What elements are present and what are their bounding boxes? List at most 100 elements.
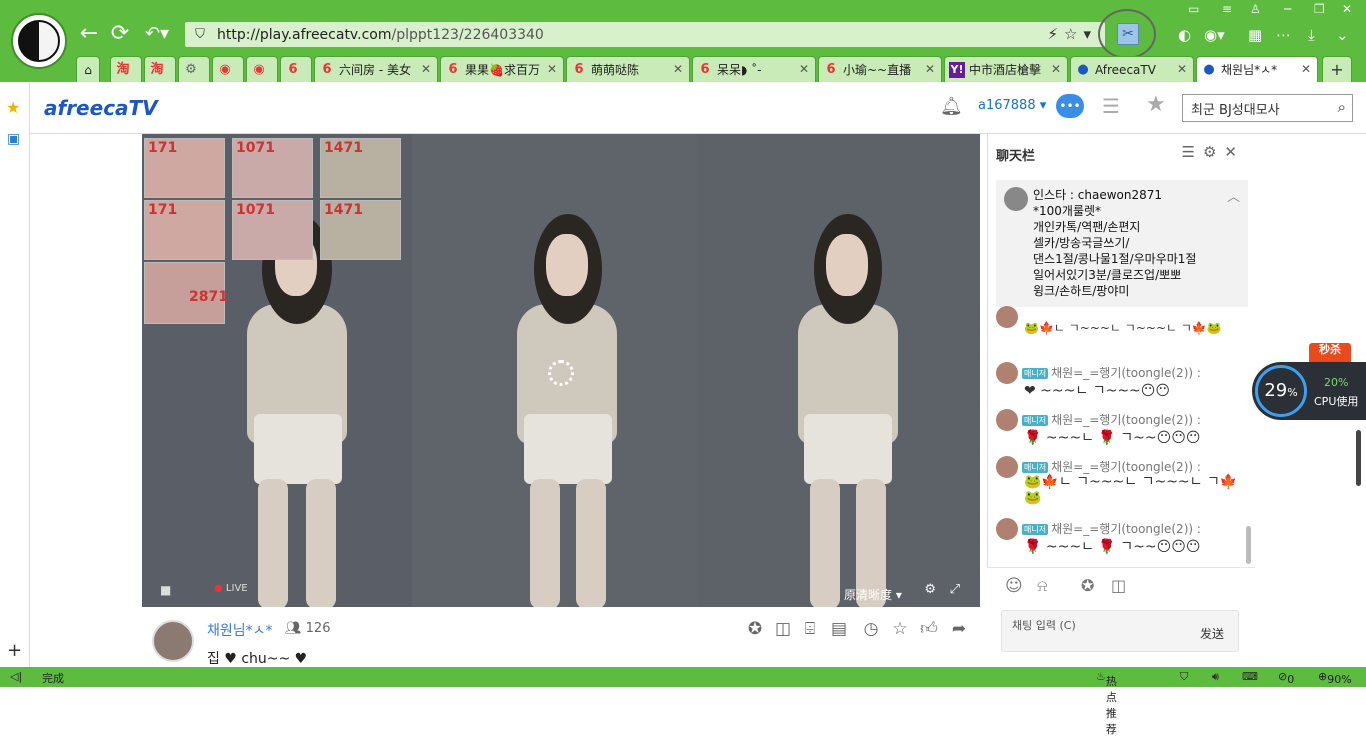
avatar bbox=[996, 306, 1018, 328]
tab-11[interactable]: Y! 中市酒店槍擊 ✕ bbox=[944, 56, 1068, 82]
chat-input[interactable]: 채팅 입력 (C) 发送 bbox=[1001, 610, 1239, 652]
settings-icon[interactable]: ⚙ bbox=[924, 582, 936, 597]
home-tab[interactable]: ⌂ bbox=[76, 56, 100, 82]
back-arrow-icon[interactable]: ← bbox=[78, 20, 100, 48]
thumbs-up-icon[interactable]: 👍︎ bbox=[918, 618, 940, 640]
notice-text: 인스타 : chaewon2871 *100개룰렛* 개인카톡/역팬/손편지 셀… bbox=[1033, 188, 1197, 298]
tab-6[interactable]: 6 六间房 - 美女 ✕ bbox=[314, 56, 438, 82]
close-window-icon[interactable]: ✕ bbox=[1342, 2, 1352, 16]
close-tab-icon[interactable]: ✕ bbox=[1048, 62, 1061, 76]
menu-icon[interactable]: ≡ bbox=[1222, 2, 1232, 16]
hot-news[interactable]: ♨ 热点推荐 bbox=[1096, 670, 1117, 736]
six-room-icon: 6 bbox=[448, 61, 458, 77]
skin-icon[interactable]: ♙ bbox=[1250, 2, 1261, 16]
video-player[interactable]: 171 1071 1471 171 1071 1471 2871 bbox=[142, 134, 980, 607]
close-tab-icon[interactable]: ✕ bbox=[544, 62, 557, 76]
chat-header-icons[interactable]: ☰⚙✕ bbox=[1182, 143, 1245, 161]
left-sidebar: ★ ▣ + bbox=[0, 82, 30, 667]
tab-5[interactable]: 6 bbox=[280, 56, 312, 82]
star-balloon-icon[interactable]: ✪ bbox=[1081, 576, 1094, 595]
address-actions[interactable]: ⚡☆▾ bbox=[1047, 25, 1097, 43]
tab-7[interactable]: 6 果果🍓求百万 ✕ bbox=[440, 56, 564, 82]
globe-icon[interactable]: ◐ bbox=[1178, 26, 1191, 44]
tab-4[interactable]: ◉ bbox=[246, 56, 278, 82]
panel-toggle-icon[interactable]: ◁| bbox=[10, 670, 22, 683]
tab-0[interactable]: 淘 bbox=[110, 56, 142, 82]
chat-bubble-icon[interactable]: ••• bbox=[1056, 94, 1084, 118]
ad-block[interactable]: ⊘ 0 bbox=[1278, 670, 1294, 686]
six-room-icon: 6 bbox=[826, 61, 836, 77]
restore-icon[interactable]: ❐ bbox=[1314, 2, 1325, 16]
star-balloon-icon[interactable]: ✪ bbox=[744, 618, 766, 640]
new-tab-button[interactable]: + bbox=[1322, 56, 1352, 82]
gift-icon[interactable]: ⌹ bbox=[799, 618, 821, 640]
close-tab-icon[interactable]: ✕ bbox=[922, 62, 935, 76]
address-bar[interactable]: ⛉ http://play.afreecatv.com/plppt123/226… bbox=[185, 22, 1105, 47]
tab-2[interactable]: ⚙ bbox=[178, 56, 210, 82]
add-icon[interactable]: + bbox=[7, 640, 22, 661]
chevron-down-icon[interactable]: ⌄ bbox=[1336, 26, 1349, 44]
afreeca-icon: ● bbox=[1203, 61, 1215, 77]
undo-icon[interactable]: ↶▾ bbox=[140, 20, 174, 48]
chevron-up-icon[interactable]: ︿ bbox=[1227, 186, 1240, 205]
close-tab-icon[interactable]: ✕ bbox=[1298, 62, 1311, 76]
tab-12[interactable]: ● AfreecaTV ✕ bbox=[1070, 56, 1194, 82]
sticker-icon[interactable]: ◫ bbox=[1111, 576, 1126, 595]
browser-toolbar: ← ⟳ ↶▾ ⛉ http://play.afreecatv.com/plppt… bbox=[0, 0, 1366, 82]
close-tab-icon[interactable]: ✕ bbox=[1174, 62, 1187, 76]
tab-3[interactable]: ◉ bbox=[212, 56, 244, 82]
minimize-icon[interactable]: ─ bbox=[1284, 2, 1291, 16]
avatar[interactable] bbox=[152, 620, 194, 662]
tab-9[interactable]: 6 呆呆◗ ˚- ✕ bbox=[692, 56, 816, 82]
favorite-icon[interactable]: ☆ bbox=[889, 618, 911, 640]
ie-icon[interactable]: ◉▾ bbox=[1204, 26, 1225, 44]
close-tab-icon[interactable]: ✕ bbox=[796, 62, 809, 76]
user-menu[interactable]: a167888 ▾ bbox=[978, 98, 1046, 113]
search-icon[interactable]: ⌕ bbox=[1338, 98, 1346, 116]
stop-icon[interactable]: ■ bbox=[160, 583, 171, 597]
live-indicator: ● LIVE bbox=[214, 583, 248, 594]
afreeca-logo[interactable]: afreecaTV bbox=[44, 96, 158, 120]
tab-8[interactable]: 6 萌萌哒陈 ✕ bbox=[566, 56, 690, 82]
user-list-icon[interactable]: ☰ bbox=[1182, 143, 1203, 161]
gear-icon[interactable]: ⚙ bbox=[1203, 143, 1224, 161]
more-icon[interactable]: ⋯ bbox=[1276, 26, 1291, 44]
bookmark-icon[interactable]: ▣ bbox=[7, 131, 20, 147]
quality-selector[interactable]: 原清晰度 ▾ bbox=[844, 586, 902, 603]
shield-icon[interactable]: ⛉ bbox=[1180, 670, 1188, 684]
close-tab-icon[interactable]: ✕ bbox=[670, 62, 683, 76]
star-icon[interactable]: ★ bbox=[6, 98, 20, 117]
tab-13[interactable]: ● 채원님*ㅅ* ✕ bbox=[1196, 56, 1318, 82]
refresh-icon[interactable]: ⟳ bbox=[108, 20, 132, 48]
calendar-icon[interactable]: ▤ bbox=[828, 618, 850, 640]
window-icon[interactable]: ▭ bbox=[1188, 2, 1199, 16]
bj-name[interactable]: 채원님*ㅅ* bbox=[207, 620, 273, 640]
url-text[interactable]: http://play.afreecatv.com/plppt123/22640… bbox=[217, 27, 544, 43]
share-icon[interactable]: ➦ bbox=[948, 618, 970, 640]
speaker-icon[interactable]: 🔊︎ bbox=[1212, 670, 1219, 684]
close-icon[interactable]: ✕ bbox=[1224, 143, 1245, 161]
favorite-icon[interactable]: ★ bbox=[1146, 92, 1166, 117]
zoom-level[interactable]: ⊕ 90% bbox=[1318, 670, 1352, 686]
page-scrollbar[interactable] bbox=[1356, 430, 1361, 486]
chat-scrollbar[interactable] bbox=[1246, 526, 1251, 564]
viewer-count: 👥︎ 126 bbox=[285, 621, 331, 636]
menu-icon[interactable]: ☰ bbox=[1102, 94, 1120, 118]
bell-icon[interactable]: ⍾ bbox=[1037, 576, 1048, 596]
scissors-icon[interactable]: ✂ bbox=[1117, 23, 1139, 45]
screenshot-icon[interactable]: ⌨ bbox=[1242, 670, 1258, 683]
six-room-icon: 6 bbox=[700, 61, 710, 77]
clock-icon[interactable]: ◷ bbox=[860, 618, 882, 640]
sticker-icon[interactable]: ◫ bbox=[772, 618, 794, 640]
emoji-icon[interactable]: ☺ bbox=[1005, 576, 1023, 596]
bell-icon[interactable]: 🔔︎ bbox=[940, 96, 963, 117]
calculator-icon[interactable]: ▦ bbox=[1248, 26, 1262, 44]
six-room-icon: 6 bbox=[574, 61, 584, 77]
send-button[interactable]: 发送 bbox=[1200, 625, 1224, 642]
download-icon[interactable]: ⤓ bbox=[1308, 26, 1315, 44]
tab-1[interactable]: 淘 bbox=[144, 56, 176, 82]
search-input[interactable]: 최군 BJ성대모사 ⌕ bbox=[1182, 94, 1353, 122]
close-tab-icon[interactable]: ✕ bbox=[418, 62, 431, 76]
fullscreen-icon[interactable]: ⤢ bbox=[950, 582, 960, 597]
tab-10[interactable]: 6 小瑜~~直播 ✕ bbox=[818, 56, 942, 82]
